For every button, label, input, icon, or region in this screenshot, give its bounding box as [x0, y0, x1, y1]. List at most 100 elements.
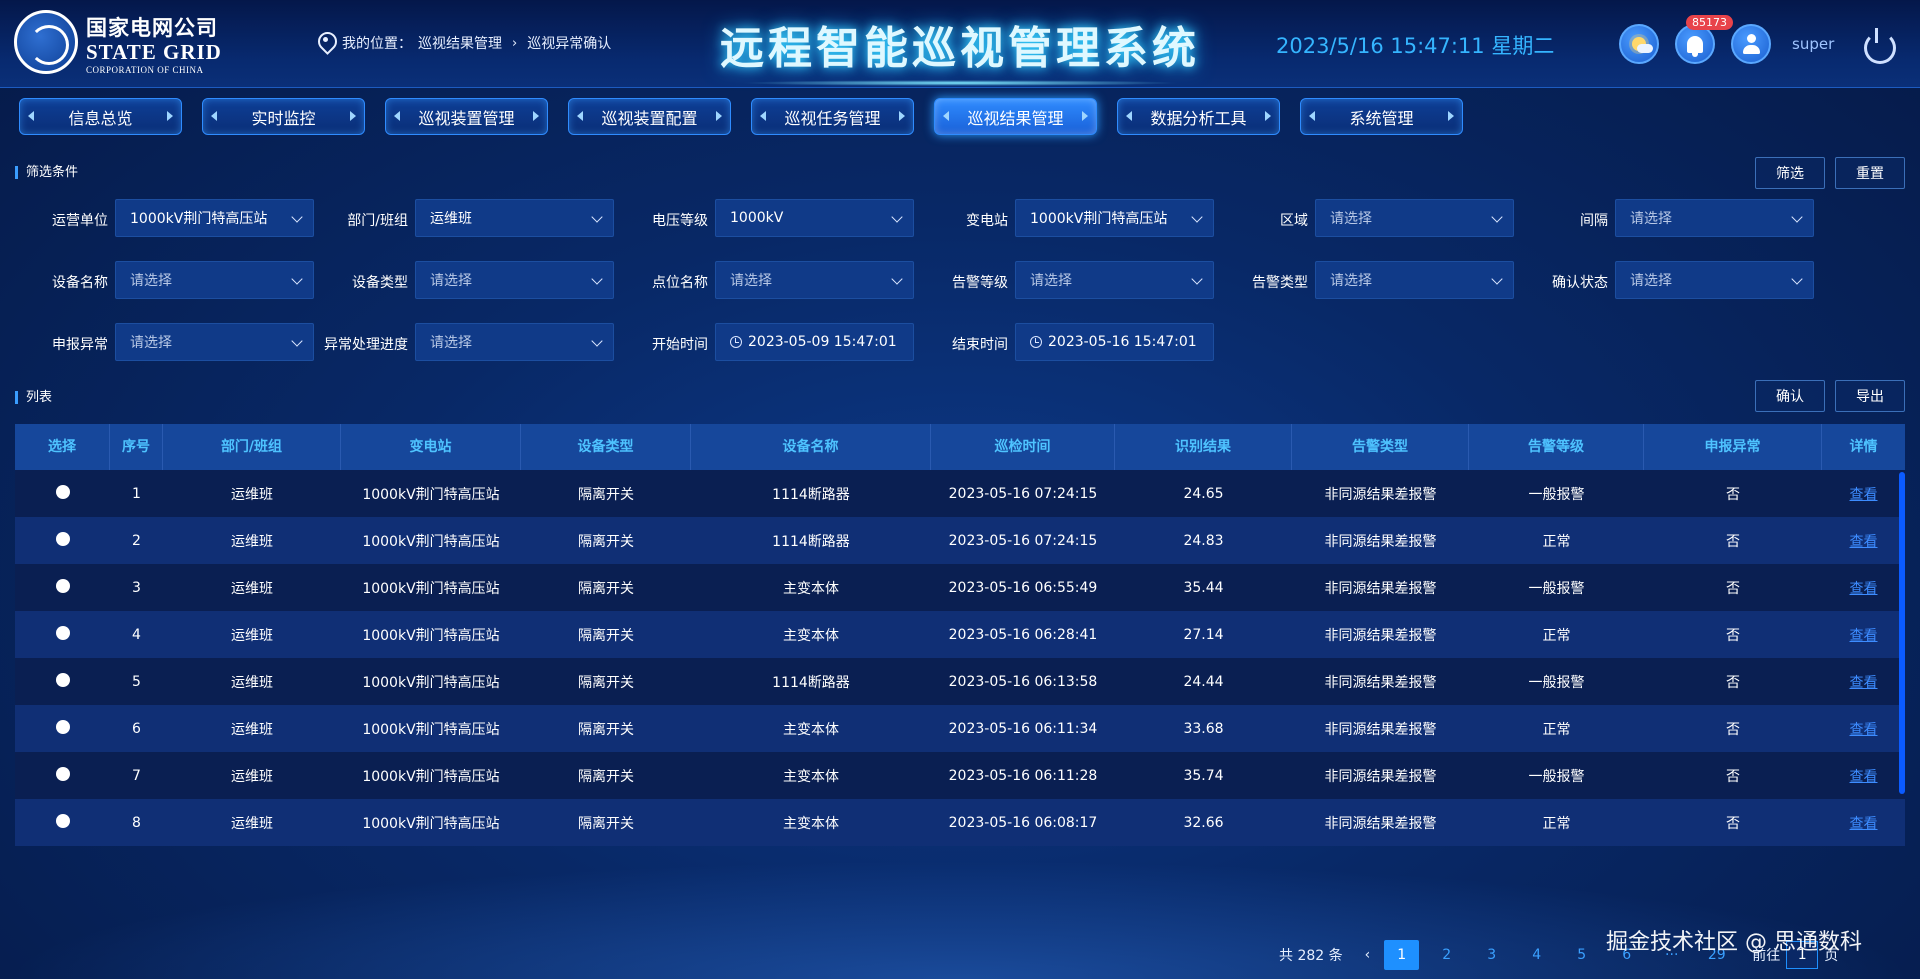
view-detail-link[interactable]: 查看 — [1822, 625, 1905, 645]
page-button[interactable]: 1 — [1384, 940, 1420, 970]
row-select-radio[interactable] — [15, 766, 110, 785]
arrow-left-icon — [577, 111, 583, 121]
username[interactable]: super — [1792, 35, 1834, 53]
page-button[interactable]: 5 — [1564, 940, 1599, 970]
nav-tab-device-mgmt[interactable]: 巡视装置管理 — [385, 98, 548, 135]
operating-unit-select[interactable]: 1000kV荆门特高压站 — [115, 199, 314, 237]
table-cell: 2023-05-16 07:24:15 — [948, 532, 1098, 549]
bay-select[interactable]: 请选择 — [1615, 199, 1814, 237]
confirm-button[interactable]: 确认 — [1755, 380, 1825, 412]
breadcrumb-item[interactable]: 巡视结果管理 — [418, 33, 502, 53]
device-type-select[interactable]: 请选择 — [415, 261, 614, 299]
table-cell: 24.65 — [1183, 485, 1224, 502]
handling-progress-select[interactable]: 请选择 — [415, 323, 614, 361]
logout-power-icon[interactable] — [1862, 28, 1896, 64]
notification-button[interactable] — [1675, 24, 1715, 64]
department-select[interactable]: 运维班 — [415, 199, 614, 237]
nav-tab-result-mgmt[interactable]: 巡视结果管理 — [934, 98, 1097, 135]
table-cell: 否 — [1726, 674, 1740, 691]
row-select-radio[interactable] — [15, 484, 110, 503]
radio-icon — [55, 484, 70, 499]
chevron-down-icon — [891, 273, 903, 285]
table-row[interactable]: 3 运维班 1000kV荆门特高压站 隔离开关 主变本体 2023-05-16 06:55… — [15, 564, 1905, 611]
alarm-level-select[interactable]: 请选择 — [1015, 261, 1214, 299]
table-cell: 主变本体 — [783, 815, 839, 832]
nav-tab-system-mgmt[interactable]: 系统管理 — [1300, 98, 1463, 135]
row-select-radio[interactable] — [15, 813, 110, 832]
table-cell: 主变本体 — [783, 580, 839, 597]
table-cell: 隔离开关 — [578, 533, 634, 550]
filter-label-report-abnormal: 申报异常 — [52, 337, 108, 353]
table-row[interactable]: 7 运维班 1000kV荆门特高压站 隔离开关 主变本体 2023-05-16 06:11… — [15, 752, 1905, 799]
end-time-picker[interactable]: 2023-05-16 15:47:01 — [1015, 323, 1214, 361]
nav-tab-overview[interactable]: 信息总览 — [19, 98, 182, 135]
filter-button[interactable]: 筛选 — [1755, 157, 1825, 189]
nav-tab-task-mgmt[interactable]: 巡视任务管理 — [751, 98, 914, 135]
table-cell: 正常 — [1542, 627, 1571, 644]
column-header: 部门/班组 — [163, 424, 341, 470]
report-abnormal-select[interactable]: 请选择 — [115, 323, 314, 361]
table-cell: 运维班 — [231, 533, 273, 550]
table-cell: 2023-05-16 06:28:41 — [948, 626, 1098, 643]
table-cell: 否 — [1726, 768, 1740, 785]
watermark: 掘金技术社区 @ 思通数科 — [1606, 930, 1862, 955]
filter-label-substation: 变电站 — [966, 213, 1008, 229]
confirm-status-select[interactable]: 请选择 — [1615, 261, 1814, 299]
device-name-select[interactable]: 请选择 — [115, 261, 314, 299]
table-cell: 否 — [1726, 533, 1740, 550]
view-detail-link[interactable]: 查看 — [1822, 813, 1905, 833]
export-button[interactable]: 导出 — [1835, 380, 1905, 412]
row-select-radio[interactable] — [15, 719, 110, 738]
clock-icon — [730, 336, 742, 348]
table-row[interactable]: 4 运维班 1000kV荆门特高压站 隔离开关 主变本体 2023-05-16 06:28… — [15, 611, 1905, 658]
table-row[interactable]: 8 运维班 1000kV荆门特高压站 隔离开关 主变本体 2023-05-16 06:08… — [15, 799, 1905, 846]
total-count: 共 282 条 — [1279, 948, 1343, 964]
weather-button[interactable] — [1619, 24, 1659, 64]
table-cell: 非同源结果差报警 — [1324, 580, 1437, 597]
page-button[interactable]: 2 — [1429, 940, 1464, 970]
alarm-type-select[interactable]: 请选择 — [1315, 261, 1514, 299]
arrow-left-icon — [943, 111, 949, 121]
table-row[interactable]: 6 运维班 1000kV荆门特高压站 隔离开关 主变本体 2023-05-16 06:11… — [15, 705, 1905, 752]
view-detail-link[interactable]: 查看 — [1822, 484, 1905, 504]
filter-label-area: 区域 — [1280, 213, 1308, 229]
prev-page-button[interactable]: ‹ — [1365, 947, 1371, 963]
table-row[interactable]: 1 运维班 1000kV荆门特高压站 隔离开关 1114断路器 2023-05-16 07… — [15, 470, 1905, 517]
view-detail-link[interactable]: 查看 — [1822, 672, 1905, 692]
nav-tab-realtime[interactable]: 实时监控 — [202, 98, 365, 135]
view-detail-link[interactable]: 查看 — [1822, 766, 1905, 786]
area-select[interactable]: 请选择 — [1315, 199, 1514, 237]
view-detail-link[interactable]: 查看 — [1822, 719, 1905, 739]
row-select-radio[interactable] — [15, 625, 110, 644]
nav-tab-device-config[interactable]: 巡视装置配置 — [568, 98, 731, 135]
row-select-radio[interactable] — [15, 578, 110, 597]
start-time-picker[interactable]: 2023-05-09 15:47:01 — [715, 323, 914, 361]
row-select-radio[interactable] — [15, 531, 110, 550]
table-cell: 隔离开关 — [578, 768, 634, 785]
user-avatar-button[interactable] — [1731, 24, 1771, 64]
table-row[interactable]: 2 运维班 1000kV荆门特高压站 隔离开关 1114断路器 2023-05-16 07… — [15, 517, 1905, 564]
point-name-select[interactable]: 请选择 — [715, 261, 914, 299]
page-button[interactable]: 4 — [1519, 940, 1554, 970]
reset-button[interactable]: 重置 — [1835, 157, 1905, 189]
filter-label-device-type: 设备类型 — [352, 275, 408, 291]
table-cell: 5 — [132, 673, 141, 690]
substation-select[interactable]: 1000kV荆门特高压站 — [1015, 199, 1214, 237]
view-detail-link[interactable]: 查看 — [1822, 531, 1905, 551]
nav-tab-label: 实时监控 — [251, 108, 316, 128]
row-select-radio[interactable] — [15, 672, 110, 691]
table-scrollbar[interactable] — [1899, 472, 1905, 794]
table-cell: 2023-05-16 06:13:58 — [948, 673, 1098, 690]
table-cell: 1000kV荆门特高压站 — [362, 580, 500, 597]
radio-icon — [55, 672, 70, 687]
page-button[interactable]: 3 — [1474, 940, 1509, 970]
table-cell: 隔离开关 — [578, 674, 634, 691]
location-prefix: 我的位置： — [342, 36, 412, 52]
view-detail-link[interactable]: 查看 — [1822, 578, 1905, 598]
nav-tab-data-analysis[interactable]: 数据分析工具 — [1117, 98, 1280, 135]
user-icon — [1741, 34, 1761, 54]
table-row[interactable]: 5 运维班 1000kV荆门特高压站 隔离开关 1114断路器 2023-05-16 06… — [15, 658, 1905, 705]
table-cell: 1114断路器 — [772, 533, 850, 550]
voltage-select[interactable]: 1000kV — [715, 199, 914, 237]
arrow-left-icon — [28, 111, 34, 121]
